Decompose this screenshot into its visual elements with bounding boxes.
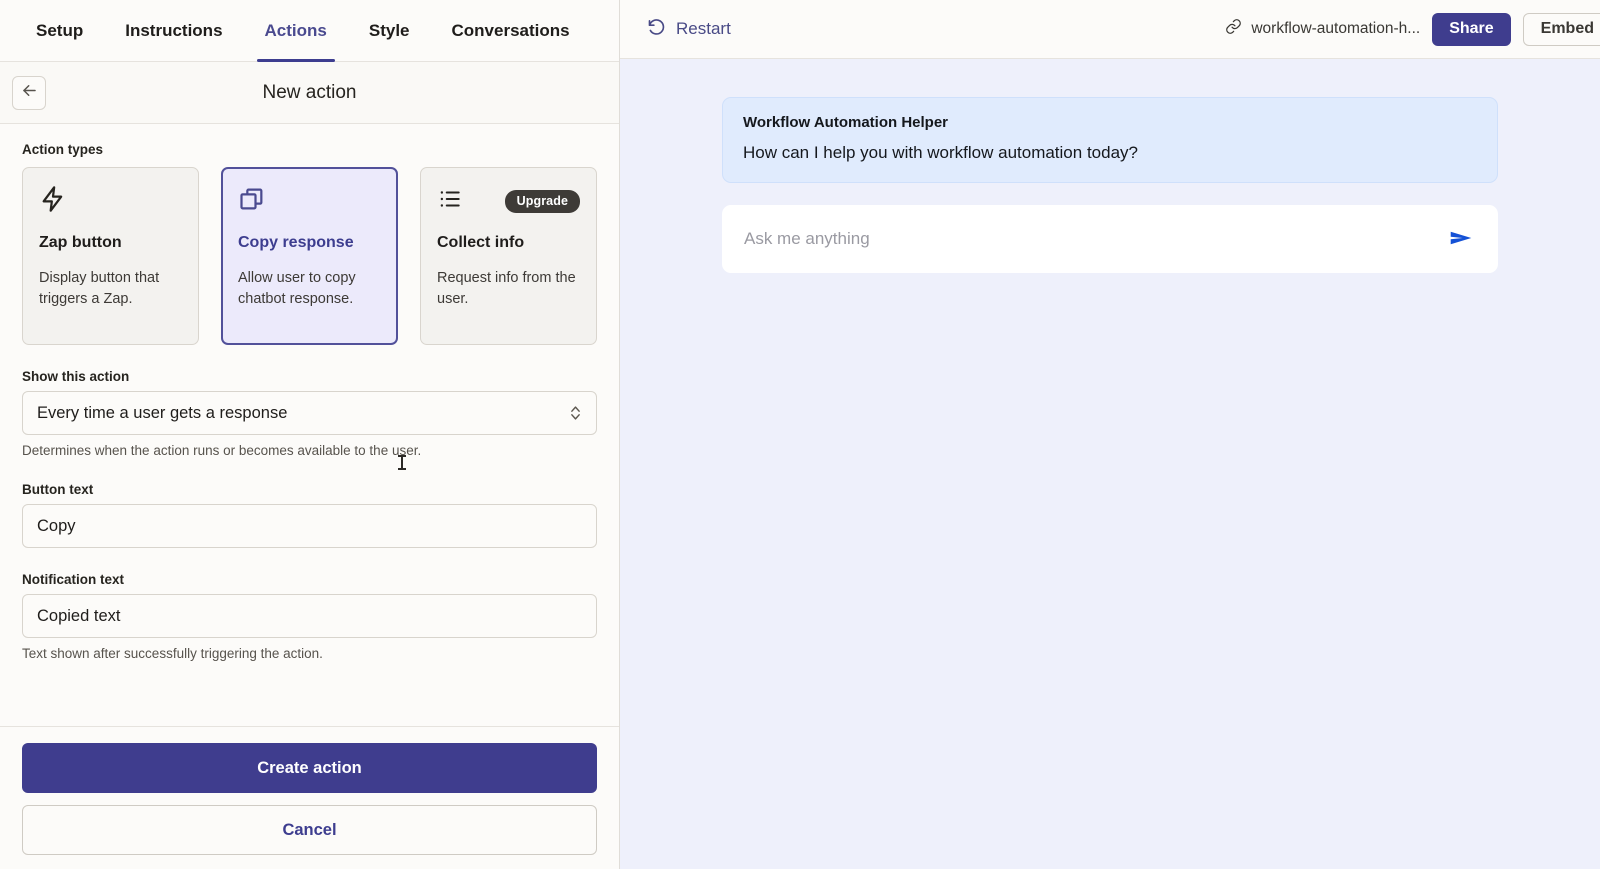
action-types-list: Zap button Display button that triggers … — [22, 167, 597, 345]
preview-panel: Restart workflow-automation-h... Share E… — [620, 0, 1600, 869]
preview-header-actions: workflow-automation-h... Share Embed — [1225, 12, 1600, 46]
message-text: How can I help you with workflow automat… — [743, 143, 1138, 162]
restart-label: Restart — [676, 19, 731, 38]
tab-label: Instructions — [125, 20, 223, 40]
create-action-button[interactable]: Create action — [22, 743, 597, 793]
restart-icon — [646, 16, 667, 42]
list-icon — [437, 186, 463, 217]
share-button[interactable]: Share — [1432, 12, 1511, 46]
restart-button[interactable]: Restart — [646, 16, 731, 42]
field-label: Notification text — [22, 572, 125, 587]
action-type-card-copy-response[interactable]: Copy response Allow user to copy chatbot… — [221, 167, 398, 345]
cancel-button[interactable]: Cancel — [22, 805, 597, 855]
card-description: Request info from the user. — [437, 270, 576, 308]
lightning-bolt-icon — [39, 185, 67, 218]
link-icon — [1225, 18, 1242, 40]
editor-panel: Setup Instructions Actions Style Convers… — [0, 0, 620, 869]
chat-inner: Workflow Automation Helper How can I hel… — [722, 97, 1498, 273]
show-action-select[interactable]: Every time a user gets a response — [22, 391, 597, 435]
tab-label: Style — [368, 20, 410, 40]
field-help: Text shown after successfully triggering… — [22, 646, 323, 661]
tab-conversations[interactable]: Conversations — [436, 0, 586, 62]
chatbot-url[interactable]: workflow-automation-h... — [1225, 18, 1420, 40]
button-text-input-wrap[interactable] — [22, 504, 597, 548]
card-icon-row — [39, 184, 182, 218]
select-value: Every time a user gets a response — [37, 403, 288, 422]
upgrade-badge[interactable]: Upgrade — [504, 189, 580, 213]
panel-subheader: New action — [0, 62, 619, 124]
button-text-input[interactable] — [37, 516, 582, 536]
card-description: Allow user to copy chatbot response. — [238, 270, 356, 308]
action-types-label: Action types — [22, 142, 104, 157]
action-type-card-zap-button[interactable]: Zap button Display button that triggers … — [22, 167, 199, 345]
action-type-card-collect-info[interactable]: Upgrade Collect info Request info from t… — [420, 167, 597, 345]
send-icon — [1448, 225, 1474, 254]
field-label: Button text — [22, 482, 94, 497]
card-title: Zap button — [39, 234, 122, 251]
chat-preview: Workflow Automation Helper How can I hel… — [620, 59, 1600, 869]
app-root: Setup Instructions Actions Style Convers… — [0, 0, 1600, 869]
tab-label: Conversations — [451, 20, 570, 40]
chatbot-url-text: workflow-automation-h... — [1251, 20, 1421, 37]
chat-message-bot: Workflow Automation Helper How can I hel… — [722, 97, 1498, 183]
card-icon-row — [238, 184, 381, 218]
field-notification-text: Notification text Text shown after succe… — [22, 572, 597, 661]
message-sender: Workflow Automation Helper — [743, 114, 949, 131]
notification-text-input[interactable] — [37, 606, 582, 626]
chat-composer[interactable] — [722, 205, 1498, 273]
chevron-updown-icon — [569, 403, 582, 423]
send-button[interactable] — [1446, 225, 1476, 254]
card-title: Collect info — [437, 234, 525, 251]
panel-body: Action types Zap button Display button t… — [0, 124, 619, 726]
field-label: Show this action — [22, 369, 130, 384]
tab-label: Actions — [264, 20, 327, 40]
back-button[interactable] — [12, 75, 46, 110]
tab-label: Setup — [36, 20, 84, 40]
notification-text-input-wrap[interactable] — [22, 594, 597, 638]
field-button-text: Button text — [22, 482, 597, 548]
field-help: Determines when the action runs or becom… — [22, 443, 422, 458]
page-title: New action — [262, 81, 357, 103]
card-title: Copy response — [238, 234, 354, 251]
editor-tabs: Setup Instructions Actions Style Convers… — [0, 0, 619, 62]
panel-footer: Create action Cancel — [0, 726, 619, 869]
tab-actions[interactable]: Actions — [249, 0, 343, 62]
arrow-left-icon — [20, 81, 39, 105]
tab-setup[interactable]: Setup — [20, 0, 99, 62]
chat-input[interactable] — [744, 229, 1446, 249]
card-description: Display button that triggers a Zap. — [39, 270, 160, 308]
card-icon-row: Upgrade — [437, 184, 580, 218]
field-show-this-action: Show this action Every time a user gets … — [22, 369, 597, 458]
embed-button[interactable]: Embed — [1522, 12, 1600, 46]
copy-icon — [238, 185, 266, 218]
preview-header: Restart workflow-automation-h... Share E… — [620, 0, 1600, 59]
tab-style[interactable]: Style — [353, 0, 426, 62]
tab-instructions[interactable]: Instructions — [109, 0, 238, 62]
